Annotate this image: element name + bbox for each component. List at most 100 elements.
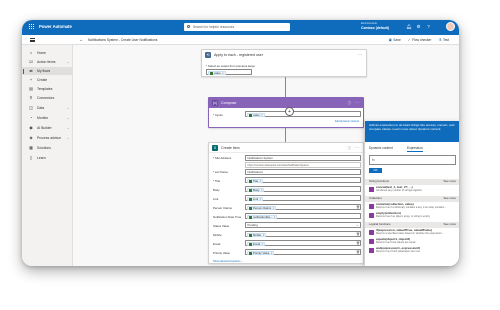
token-link[interactable]: Link × [247,196,264,202]
save-button[interactable]: ▣ Save [389,38,401,42]
app-launcher-icon[interactable] [29,24,35,30]
token-value[interactable]: value × [208,70,226,76]
close-icon[interactable]: × [271,252,273,256]
sidebar-item-home[interactable]: ⌂ Home [22,49,73,57]
help-icon[interactable]: ⓘ [348,100,351,105]
list-name-select[interactable]: Notifications [245,169,361,175]
help-icon[interactable]: ⓘ [348,145,351,150]
close-icon[interactable]: × [261,243,263,247]
token-mobile[interactable]: Mobile × [247,232,267,238]
compose-title: Compose [221,101,237,105]
token-priority[interactable]: Priority Value × [247,250,275,256]
token-email[interactable]: Email × [247,241,265,247]
function-item[interactable]: if(expression, valueIfTrue, valueIfFalse… [369,228,457,237]
bell-icon[interactable]: 🔔︎ [406,24,412,29]
insert-step-button[interactable]: + [285,107,294,116]
close-icon[interactable]: × [261,189,263,193]
link-field[interactable]: Link × [245,195,361,202]
sidebar-item-ai-builder[interactable]: ◉ AI Builder ⌄ [22,124,73,132]
body-field[interactable]: Body × [245,186,361,193]
close-icon[interactable]: × [263,234,265,238]
delete-icon[interactable]: 🗑︎ [356,205,360,209]
site-address-url[interactable]: https://contoso.sharepoint.com/sites/Not… [245,161,361,168]
gear-icon[interactable]: ⚙︎ [416,24,421,29]
email-field[interactable]: Email × [245,240,361,247]
field-label-mobile: Mobile [213,233,222,237]
token-title[interactable]: Title × [247,178,264,184]
close-icon[interactable]: × [261,114,263,118]
notification-date-field[interactable]: notificationDa... × [245,213,361,220]
see-more-link[interactable]: See more [443,179,456,185]
title-field[interactable]: Title × [245,177,361,184]
expression-input[interactable]: fx [369,155,456,165]
create-item-card[interactable]: S Create item ⓘ ··· * Site Address Notif… [208,142,364,264]
more-options-icon[interactable]: ··· [355,145,359,150]
apply-to-each-card[interactable]: ⟲ Apply to each - registered user ··· * … [201,49,367,77]
sidebar-item-monitor[interactable]: ◔ Monitor ⌄ [22,114,73,122]
field-label-list-name: * List Name [213,170,228,174]
checklist-icon: ☑ [29,59,33,64]
see-more-link[interactable]: See more [443,222,456,228]
sidebar-item-create[interactable]: + Create [22,76,73,84]
sidebar-item-learn[interactable]: ▯ Learn [22,154,73,162]
show-advanced-options-link[interactable]: Show advanced options ⌄ [213,260,243,263]
sidebar-item-connectors[interactable]: ⚲ Connectors [22,94,73,102]
priority-field[interactable]: Priority Value × [245,249,361,256]
sidebar-item-action-items[interactable]: ☑ Action items ⌄ [22,58,73,66]
delete-icon[interactable]: 🗑︎ [356,232,360,236]
test-icon: ⚗ [438,37,442,42]
site-address-select[interactable]: Notifications System [245,155,361,161]
sidebar-item-process-advisor[interactable]: ◈ Process advisor ⌄ [22,134,73,142]
more-options-icon[interactable]: ··· [358,52,362,57]
monitor-icon: ◔ [29,115,33,120]
ok-button[interactable]: OK [369,168,382,173]
sidebar-item-templates[interactable]: ▤ Templates [22,85,73,93]
flow-canvas: ⟲ Apply to each - registered user ··· * … [73,45,459,266]
token-notification-date[interactable]: notificationDa... × [247,214,278,220]
token-value[interactable]: value × [247,112,265,118]
add-dynamic-content-link[interactable]: Add dynamic content [335,120,359,123]
see-more-link[interactable]: See more [443,196,456,202]
top-bar: Power Automate Search for helpful resour… [22,20,459,35]
compose-inputs-field[interactable]: value × [245,111,361,118]
function-icon [369,212,374,218]
function-item[interactable]: empty(collection) Returns true if an obje… [369,211,457,220]
delete-icon[interactable]: 🗑︎ [356,250,360,254]
function-item[interactable]: equals(object1, object2) Returns true if … [369,237,457,246]
status-select[interactable]: Pending ⌄ [245,222,361,228]
help-icon[interactable]: ? [426,24,431,29]
sidebar-item-data[interactable]: ◫ Data ⌄ [22,104,73,112]
function-icon [369,238,374,244]
function-item[interactable]: and(expression1, expression2) Returns tru… [369,246,457,255]
mobile-field[interactable]: Mobile × [245,231,361,238]
sidebar-item-my-flows[interactable]: ⇄ My flows [22,67,73,75]
flow-checker-button[interactable]: ✓ Flow checker [408,38,432,42]
more-options-icon[interactable]: ··· [355,100,359,105]
close-icon[interactable]: × [273,207,275,211]
apply-output-field[interactable]: value × [206,69,252,76]
sidebar-item-solutions[interactable]: ▦ Solutions [22,144,73,152]
apply-to-each-header[interactable]: ⟲ Apply to each - registered user ··· [202,50,366,60]
compose-icon: {x} [212,100,218,106]
close-icon[interactable]: × [222,72,224,76]
tab-dynamic-content[interactable]: Dynamic content [369,146,393,150]
environment-picker[interactable]: Environments Contoso (default) [361,22,405,30]
create-item-header[interactable]: S Create item ⓘ ··· [209,143,363,153]
function-item[interactable]: contains(collection, value) Returns true … [369,202,457,211]
delete-icon[interactable]: 🗑︎ [356,241,360,245]
menu-icon[interactable] [30,38,35,42]
back-arrow-icon[interactable]: ← [79,37,83,42]
tab-expression[interactable]: Expression [407,146,423,152]
close-icon[interactable]: × [260,180,262,184]
token-body[interactable]: Body × [247,187,265,193]
search-box[interactable]: Search for helpful resources [184,23,290,31]
function-item[interactable]: concat(text_1, text_2?, ...) Combines any… [369,185,457,194]
field-label-site-address: * Site Address [213,156,232,160]
test-button[interactable]: ⚗ Test [438,38,449,42]
avatar[interactable] [446,22,455,31]
person-claims-field[interactable]: Person Claims × [245,204,361,211]
close-icon[interactable]: × [274,216,276,220]
compose-header[interactable]: {x} Compose ⓘ ··· [209,98,363,108]
close-icon[interactable]: × [260,198,262,202]
token-person-claims[interactable]: Person Claims × [247,205,277,211]
